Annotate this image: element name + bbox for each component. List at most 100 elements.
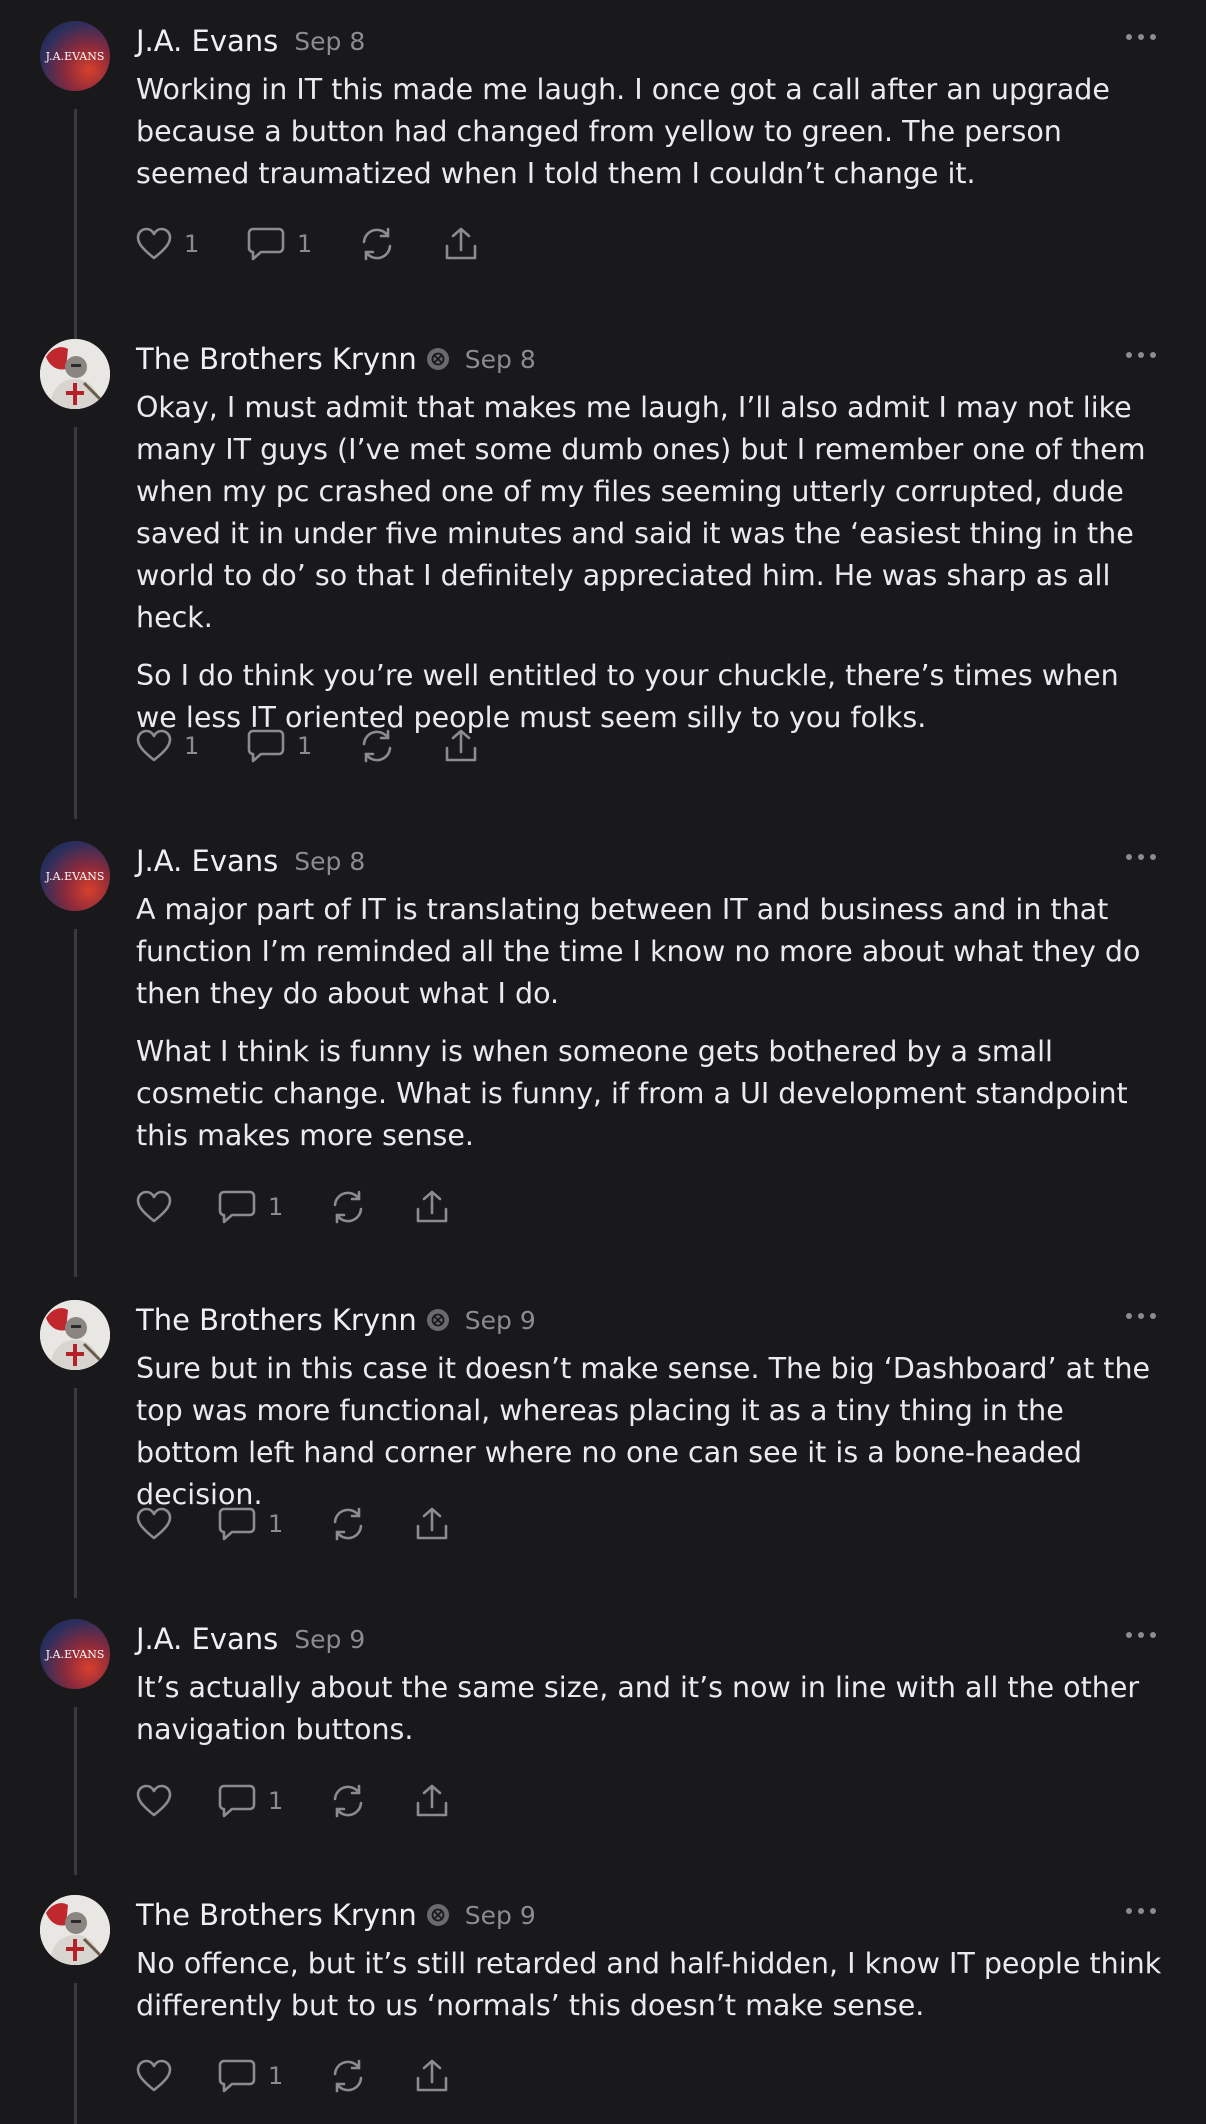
knight-avatar-image	[40, 1895, 110, 1965]
avatar[interactable]	[40, 1895, 110, 1965]
restack-icon	[362, 729, 392, 763]
share-icon	[416, 1784, 448, 1817]
verified-badge-icon	[426, 1904, 449, 1926]
comment-paragraph: It’s actually about the same size, and i…	[136, 1671, 1140, 1746]
like-button[interactable]	[136, 1507, 218, 1541]
more-options-icon[interactable]	[1126, 343, 1156, 367]
thread-line	[74, 929, 77, 1277]
comment-thread: J.A.EVANS J.A. Evans Sep 8 Working in IT…	[0, 0, 1206, 2124]
reply-button[interactable]: 1	[247, 729, 359, 763]
heart-icon	[136, 1507, 172, 1540]
reply-button[interactable]: 1	[218, 2059, 330, 2093]
comment-icon	[247, 729, 285, 763]
thread-line	[74, 1983, 77, 2124]
reply-button[interactable]: 1	[218, 1190, 330, 1224]
heart-icon	[136, 1190, 172, 1223]
comment-date[interactable]: Sep 8	[294, 847, 365, 876]
comment-actions: 1 1	[136, 222, 479, 266]
comment-date[interactable]: Sep 9	[465, 1901, 536, 1930]
like-button[interactable]	[136, 1784, 218, 1818]
author-name[interactable]: J.A. Evans	[136, 24, 278, 58]
comment-paragraph: Okay, I must admit that makes me laugh, …	[136, 391, 1146, 634]
comment-actions: 1	[136, 1185, 450, 1229]
author-name[interactable]: The Brothers Krynn	[136, 1303, 417, 1337]
like-button[interactable]	[136, 1190, 218, 1224]
comment-date[interactable]: Sep 9	[294, 1625, 365, 1654]
share-button[interactable]	[414, 1783, 450, 1819]
comment-header: J.A. Evans Sep 9	[136, 1619, 365, 1659]
reply-count: 1	[268, 1787, 284, 1815]
author-name[interactable]: J.A. Evans	[136, 844, 278, 878]
comment-paragraph: Sure but in this case it doesn’t make se…	[136, 1352, 1151, 1511]
like-button[interactable]: 1	[136, 729, 247, 763]
author-name[interactable]: The Brothers Krynn	[136, 342, 417, 376]
comment-paragraph: What I think is funny is when someone ge…	[136, 1035, 1128, 1152]
comment-icon	[218, 2059, 256, 2093]
verified-badge-icon	[426, 1309, 449, 1331]
comment-icon	[218, 1507, 256, 1541]
comment-date[interactable]: Sep 9	[465, 1306, 536, 1335]
avatar[interactable]: J.A.EVANS	[40, 21, 110, 91]
comment-date[interactable]: Sep 8	[465, 345, 536, 374]
like-button[interactable]	[136, 2059, 218, 2093]
avatar[interactable]: J.A.EVANS	[40, 841, 110, 911]
comment-icon	[218, 1784, 256, 1818]
knight-avatar-image	[40, 1300, 110, 1370]
share-icon	[445, 227, 477, 260]
more-options-icon[interactable]	[1126, 1899, 1156, 1923]
like-button[interactable]: 1	[136, 227, 247, 261]
restack-button[interactable]	[330, 1506, 414, 1542]
comment-icon	[247, 227, 285, 261]
comment-body: Working in IT this made me laugh. I once…	[136, 69, 1166, 211]
more-options-icon[interactable]	[1126, 1623, 1156, 1647]
heart-icon	[136, 1784, 172, 1817]
share-button[interactable]	[414, 1506, 450, 1542]
restack-button[interactable]	[330, 1783, 414, 1819]
thread-line	[74, 427, 77, 819]
author-name[interactable]: J.A. Evans	[136, 1622, 278, 1656]
comment-icon	[218, 1190, 256, 1224]
like-count: 1	[184, 230, 200, 258]
more-options-icon[interactable]	[1126, 25, 1156, 49]
restack-icon	[333, 1784, 363, 1818]
comment-body: No offence, but it’s still retarded and …	[136, 1943, 1166, 2043]
restack-button[interactable]	[330, 1189, 414, 1225]
avatar[interactable]	[40, 1300, 110, 1370]
thread-line	[74, 1707, 77, 1875]
restack-button[interactable]	[330, 2058, 414, 2094]
comment-actions: 1 1	[136, 724, 479, 768]
comment-body: Okay, I must admit that makes me laugh, …	[136, 387, 1166, 755]
thread-line	[74, 1388, 77, 1598]
share-button[interactable]	[443, 728, 479, 764]
reply-button[interactable]: 1	[218, 1507, 330, 1541]
more-options-icon[interactable]	[1126, 1304, 1156, 1328]
share-button[interactable]	[443, 226, 479, 262]
comment-date[interactable]: Sep 8	[294, 27, 365, 56]
comment-paragraph: Working in IT this made me laugh. I once…	[136, 73, 1110, 190]
reply-count: 1	[297, 230, 313, 258]
heart-icon	[136, 729, 172, 762]
author-name[interactable]: The Brothers Krynn	[136, 1898, 417, 1932]
reply-button[interactable]: 1	[218, 1784, 330, 1818]
reply-count: 1	[268, 1193, 284, 1221]
heart-icon	[136, 2059, 172, 2092]
reply-button[interactable]: 1	[247, 227, 359, 261]
comment-header: The Brothers Krynn Sep 9	[136, 1300, 536, 1340]
comment-body: It’s actually about the same size, and i…	[136, 1667, 1166, 1767]
restack-button[interactable]	[359, 728, 443, 764]
restack-button[interactable]	[359, 226, 443, 262]
comment-header: J.A. Evans Sep 8	[136, 21, 365, 61]
avatar[interactable]	[40, 339, 110, 409]
avatar-text: J.A.EVANS	[45, 1647, 105, 1661]
share-icon	[416, 2059, 448, 2092]
comment-header: The Brothers Krynn Sep 8	[136, 339, 536, 379]
comment-actions: 1	[136, 2054, 450, 2098]
reply-count: 1	[268, 1510, 284, 1538]
share-button[interactable]	[414, 2058, 450, 2094]
avatar[interactable]: J.A.EVANS	[40, 1619, 110, 1689]
comment-header: J.A. Evans Sep 8	[136, 841, 365, 881]
more-options-icon[interactable]	[1126, 845, 1156, 869]
verified-badge-icon	[426, 348, 449, 370]
restack-icon	[333, 1190, 363, 1224]
share-button[interactable]	[414, 1189, 450, 1225]
